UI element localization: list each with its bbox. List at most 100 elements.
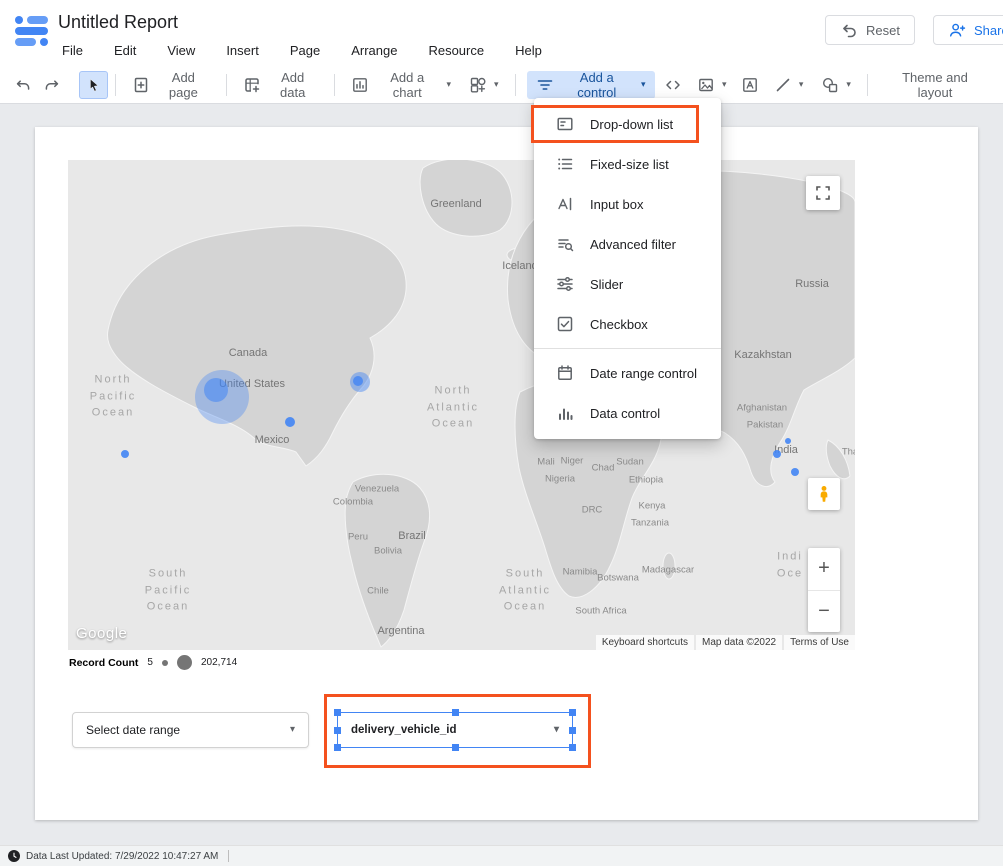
map-bubble[interactable]: [121, 450, 129, 458]
control-menu-item-fixed-size-list[interactable]: Fixed-size list: [534, 144, 721, 184]
control-menu-item-advanced-filter[interactable]: Advanced filter: [534, 224, 721, 264]
status-bar: Data Last Updated: 7/29/2022 10:47:27 AM: [0, 845, 1003, 866]
menu-bar: File Edit View Insert Page Arrange Resource Hel…: [60, 41, 544, 60]
embed-code-icon: [664, 76, 682, 94]
add-page-icon: [132, 76, 150, 94]
add-data-label: Add data: [267, 70, 318, 100]
line-button[interactable]: ▾: [765, 71, 813, 99]
map-bubble[interactable]: [791, 468, 799, 476]
select-tool-button[interactable]: [79, 71, 108, 99]
zoom-out-button[interactable]: −: [808, 590, 840, 633]
add-a-control-button[interactable]: Add a control ▾: [527, 71, 655, 99]
shape-button[interactable]: ▾: [812, 71, 860, 99]
menu-insert[interactable]: Insert: [224, 41, 261, 60]
control-menu-item-date-range-control[interactable]: Date range control: [534, 353, 721, 393]
selection-handle[interactable]: [452, 744, 459, 751]
control-menu-item-label: Data control: [590, 406, 660, 421]
canvas-area: GreenlandIcelandCanadaUnited StatesMexic…: [0, 104, 1003, 866]
legend-dot-small: [162, 660, 168, 666]
selection-handle[interactable]: [334, 709, 341, 716]
add-page-button[interactable]: Add page: [123, 71, 219, 99]
selection-handle[interactable]: [334, 744, 341, 751]
geo-map-chart[interactable]: GreenlandIcelandCanadaUnited StatesMexic…: [68, 160, 855, 650]
selection-handle[interactable]: [569, 727, 576, 734]
toolbar-divider: [515, 74, 516, 96]
zoom-in-button[interactable]: +: [808, 548, 840, 590]
status-divider: [228, 850, 229, 862]
selection-handle[interactable]: [334, 727, 341, 734]
control-menu-item-checkbox[interactable]: Checkbox: [534, 304, 721, 344]
pegman-button[interactable]: [808, 478, 840, 510]
date-range-icon: [556, 364, 574, 382]
map-attribution-terms-of-use[interactable]: Terms of Use: [784, 635, 855, 650]
chevron-down-icon: ▾: [722, 80, 727, 89]
line-icon: [774, 76, 792, 94]
add-a-chart-button[interactable]: Add a chart ▾: [342, 71, 460, 99]
selection-handle[interactable]: [569, 744, 576, 751]
control-menu-item-label: Date range control: [590, 366, 697, 381]
fixed-size-list-icon: [556, 155, 574, 173]
date-range-label: Select date range: [86, 723, 180, 737]
add-data-button[interactable]: Add data: [234, 71, 327, 99]
undo-icon: [14, 76, 32, 94]
selection-handle[interactable]: [569, 709, 576, 716]
control-menu-item-label: Fixed-size list: [590, 157, 669, 172]
redo-icon: [43, 76, 61, 94]
fullscreen-icon: [814, 184, 832, 202]
control-menu-item-slider[interactable]: Slider: [534, 264, 721, 304]
menu-view[interactable]: View: [165, 41, 197, 60]
report-title[interactable]: Untitled Report: [58, 12, 178, 33]
menu-edit[interactable]: Edit: [112, 41, 138, 60]
control-menu-item-label: Slider: [590, 277, 623, 292]
text-button[interactable]: [735, 71, 764, 99]
chevron-down-icon: ▾: [447, 80, 452, 89]
share-button[interactable]: Share: [933, 15, 1003, 45]
map-attribution-keyboard-shortcuts[interactable]: Keyboard shortcuts: [596, 635, 694, 650]
map-bubble[interactable]: [204, 378, 228, 402]
map-attribution-map-data-2022[interactable]: Map data ©2022: [696, 635, 782, 650]
legend-max-value: 202,714: [201, 657, 237, 668]
input-box-icon: [556, 195, 574, 213]
reset-button[interactable]: Reset: [825, 15, 915, 45]
dropdown-control-delivery-vehicle-id[interactable]: delivery_vehicle_id ▾: [337, 712, 573, 748]
data-control-icon: [556, 404, 574, 422]
bar-chart-icon: [351, 76, 369, 94]
selection-handle[interactable]: [452, 709, 459, 716]
menu-resource[interactable]: Resource: [426, 41, 486, 60]
reset-label: Reset: [866, 23, 900, 38]
image-button[interactable]: ▾: [688, 71, 736, 99]
control-menu-item-label: Checkbox: [590, 317, 648, 332]
url-embed-button[interactable]: [659, 71, 688, 99]
control-menu-item-input-box[interactable]: Input box: [534, 184, 721, 224]
menu-file[interactable]: File: [60, 41, 85, 60]
community-visualizations-button[interactable]: ▾: [460, 71, 508, 99]
menu-arrange[interactable]: Arrange: [349, 41, 399, 60]
date-range-control[interactable]: Select date range ▾: [72, 712, 309, 748]
menu-divider: [534, 348, 721, 349]
redo-button[interactable]: [37, 71, 66, 99]
map-bubble[interactable]: [785, 438, 791, 444]
map-bubble[interactable]: [773, 450, 781, 458]
report-page[interactable]: GreenlandIcelandCanadaUnited StatesMexic…: [35, 127, 978, 820]
theme-and-layout-button[interactable]: Theme and layout: [875, 71, 995, 99]
fullscreen-button[interactable]: [806, 176, 840, 210]
map-bubble[interactable]: [353, 376, 363, 386]
control-menu-item-data-control[interactable]: Data control: [534, 393, 721, 433]
zoom-control: + −: [808, 548, 840, 632]
control-menu-item-drop-down-list[interactable]: Drop-down list: [534, 104, 721, 144]
share-label: Share: [974, 23, 1003, 38]
text-box-icon: [741, 76, 759, 94]
menu-help[interactable]: Help: [513, 41, 544, 60]
chevron-down-icon: ▾: [846, 80, 851, 89]
slider-icon: [556, 275, 574, 293]
map-bubble[interactable]: [285, 417, 295, 427]
control-menu-item-label: Drop-down list: [590, 117, 673, 132]
undo-button[interactable]: [8, 71, 37, 99]
person-add-icon: [948, 21, 966, 39]
data-studio-logo[interactable]: [13, 12, 51, 50]
menu-page[interactable]: Page: [288, 41, 322, 60]
dropdown-list-icon: [556, 115, 574, 133]
add-a-control-label: Add a control: [560, 70, 634, 100]
chevron-down-icon: ▾: [494, 80, 499, 89]
theme-and-layout-label: Theme and layout: [884, 70, 986, 100]
